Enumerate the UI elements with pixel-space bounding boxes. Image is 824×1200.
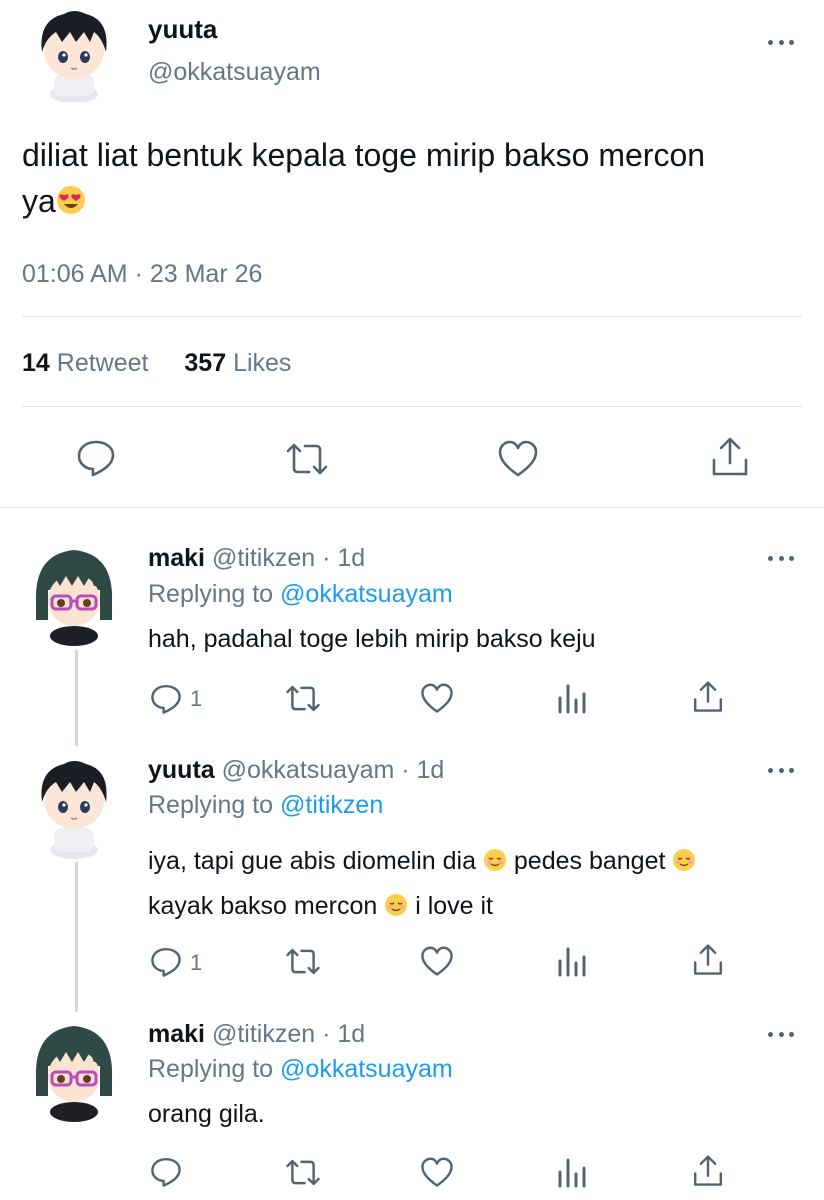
likes-count[interactable]: 357 <box>184 349 226 377</box>
analytics-icon[interactable] <box>557 1156 587 1188</box>
like-heart-icon[interactable] <box>497 440 539 478</box>
share-icon[interactable] <box>692 943 724 977</box>
reply-text: orang gila. <box>148 1100 265 1128</box>
replying-to-link[interactable]: @titikzen <box>280 791 383 819</box>
analytics-icon[interactable] <box>557 945 587 977</box>
reply-count: 1 <box>190 950 203 975</box>
retweet-icon[interactable] <box>285 440 329 478</box>
more-options-icon[interactable] <box>768 1030 794 1038</box>
replying-to: Replying to @okkatsuayam <box>148 1055 453 1083</box>
heart-eyes-emoji-icon <box>56 181 86 227</box>
author-handle[interactable]: @okkatsuayam <box>148 58 321 87</box>
relieved-face-emoji-icon <box>384 888 408 930</box>
likes-label[interactable]: Likes <box>233 349 291 377</box>
like-heart-icon[interactable] <box>420 683 454 714</box>
retweet-label[interactable]: Retweet <box>57 349 149 377</box>
reply-icon[interactable] <box>76 438 116 478</box>
reply-text: hah, padahal toge lebih mirip bakso keju <box>148 625 596 653</box>
divider <box>22 406 802 407</box>
share-icon[interactable] <box>710 436 750 478</box>
replying-to: Replying to @okkatsuayam <box>148 580 453 608</box>
reply-text: iya, tapi gue abis diomelin dia pedes ba… <box>148 840 696 930</box>
reply-author-name[interactable]: yuuta <box>148 756 215 784</box>
thread-line <box>75 862 78 1012</box>
reply-count: 1 <box>190 686 203 711</box>
thread-line <box>75 650 78 746</box>
more-options-icon[interactable] <box>768 766 794 774</box>
tweet-timestamp[interactable]: 01:06 AM · 23 Mar 26 <box>22 260 262 289</box>
author-name[interactable]: yuuta <box>148 14 217 45</box>
like-heart-icon[interactable] <box>420 946 454 977</box>
reply-icon[interactable] <box>150 683 182 715</box>
more-options-icon[interactable] <box>768 38 794 46</box>
replying-to-link[interactable]: @okkatsuayam <box>280 580 453 608</box>
tweet-stats: 14 Retweet 357 Likes <box>22 349 291 378</box>
share-icon[interactable] <box>692 1154 724 1188</box>
more-options-icon[interactable] <box>768 554 794 562</box>
reply-handle-time[interactable]: @titikzen · 1d <box>212 1020 365 1048</box>
retweet-icon[interactable] <box>285 1157 321 1188</box>
reply-author-name[interactable]: maki <box>148 544 205 572</box>
avatar-yuuta[interactable] <box>24 752 124 859</box>
avatar-yuuta[interactable] <box>24 2 124 103</box>
tweet-text: diliat liat bentuk kepala toge mirip bak… <box>22 132 705 227</box>
retweet-count[interactable]: 14 <box>22 349 50 377</box>
reply-author-name[interactable]: maki <box>148 1020 205 1048</box>
like-heart-icon[interactable] <box>420 1157 454 1188</box>
replying-to: Replying to @titikzen <box>148 791 384 819</box>
replying-to-link[interactable]: @okkatsuayam <box>280 1055 453 1083</box>
share-icon[interactable] <box>692 680 724 714</box>
avatar-maki[interactable] <box>24 540 124 646</box>
relieved-face-emoji-icon <box>483 843 507 885</box>
relieved-face-emoji-icon <box>672 843 696 885</box>
retweet-icon[interactable] <box>285 946 321 977</box>
reply-handle-time[interactable]: @titikzen · 1d <box>212 544 365 572</box>
avatar-maki[interactable] <box>24 1016 124 1122</box>
reply-icon[interactable] <box>150 946 182 978</box>
reply-handle-time[interactable]: @okkatsuayam · 1d <box>222 756 445 784</box>
retweet-icon[interactable] <box>285 683 321 714</box>
divider <box>0 507 824 508</box>
reply-icon[interactable] <box>150 1156 182 1188</box>
divider <box>22 316 802 317</box>
analytics-icon[interactable] <box>557 682 587 714</box>
